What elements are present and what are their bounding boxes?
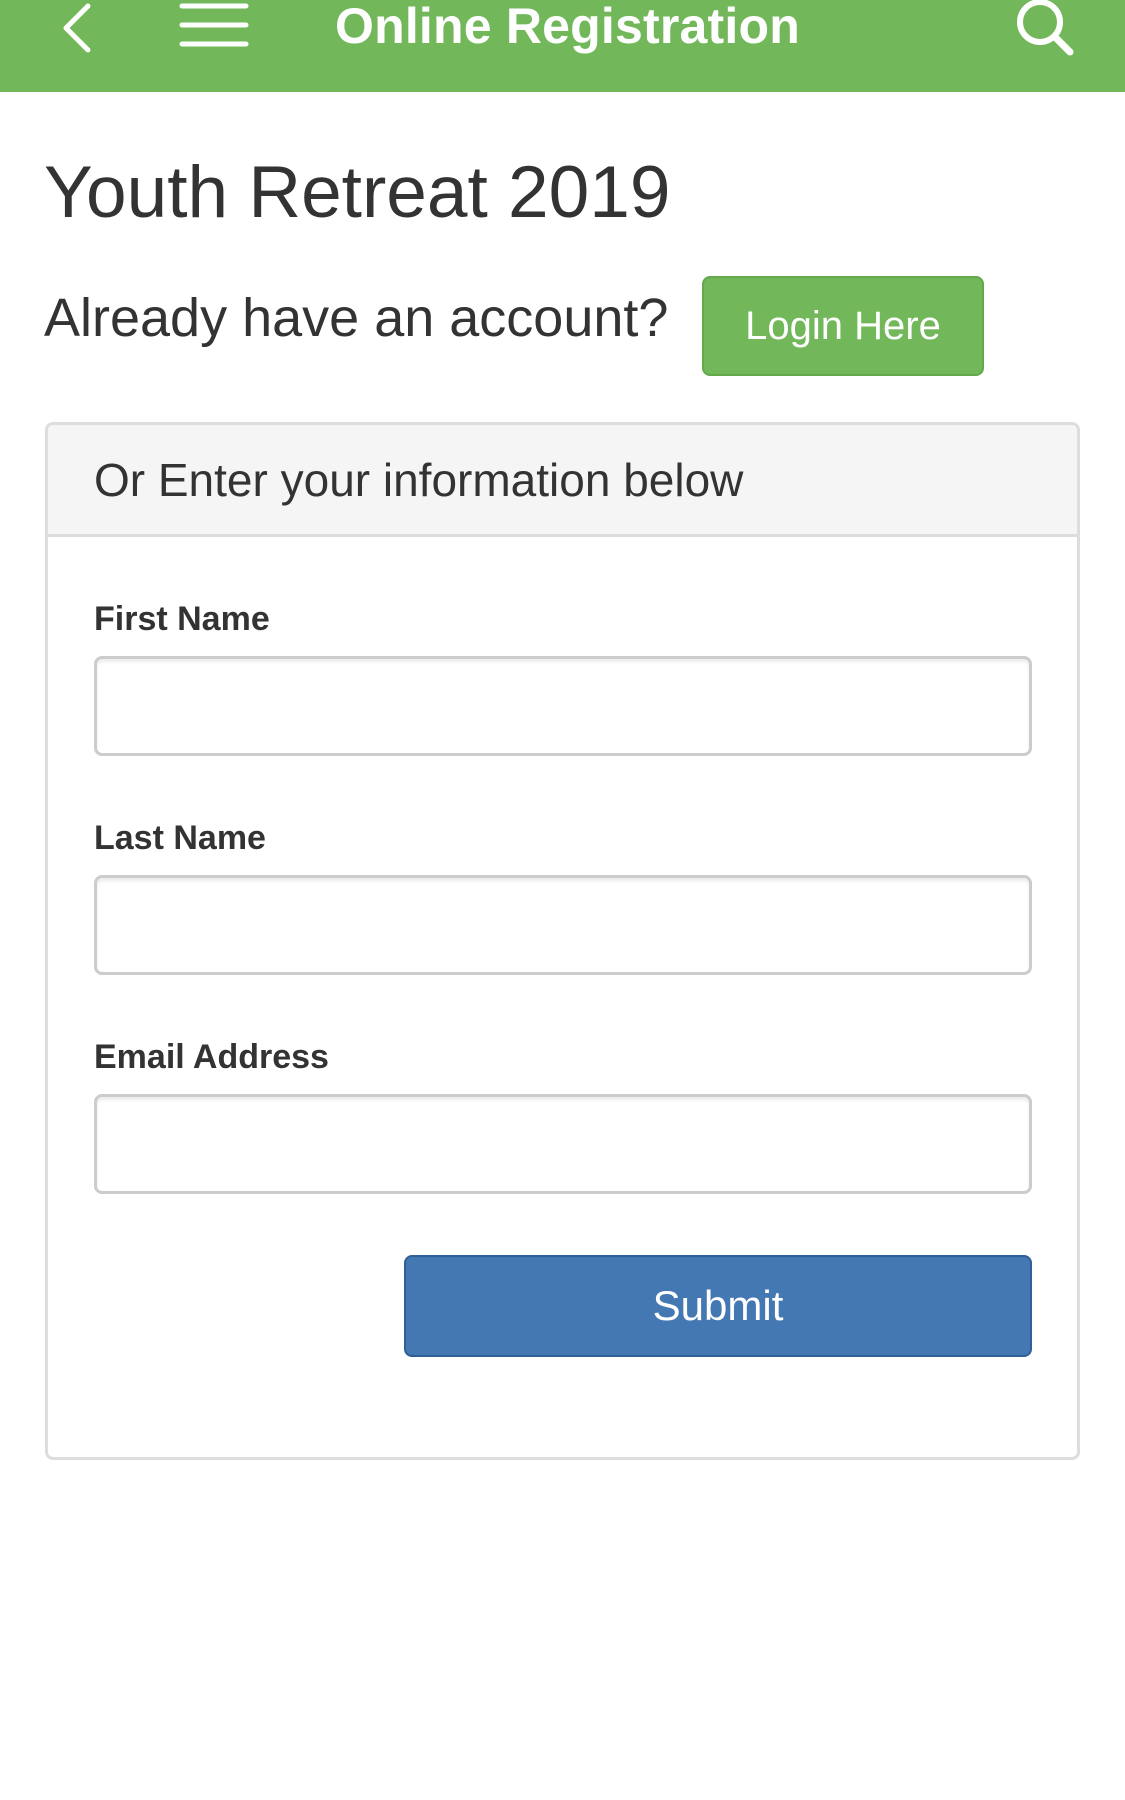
search-icon xyxy=(1017,0,1074,56)
email-address-label: Email Address xyxy=(94,1038,329,1076)
last-name-field[interactable] xyxy=(94,875,1032,975)
submit-button[interactable]: Submit xyxy=(404,1255,1032,1357)
registration-panel: Or Enter your information below First Na… xyxy=(45,422,1080,1460)
top-nav-bar: Online Registration xyxy=(0,0,1125,92)
menu-button[interactable] xyxy=(178,0,250,56)
login-button[interactable]: Login Here xyxy=(702,276,984,376)
hamburger-menu-icon xyxy=(179,3,249,47)
last-name-label: Last Name xyxy=(94,819,266,857)
panel-heading: Or Enter your information below xyxy=(48,425,1077,537)
panel-heading-text: Or Enter your information below xyxy=(94,454,744,506)
app-title: Online Registration xyxy=(335,0,800,54)
first-name-field[interactable] xyxy=(94,656,1032,756)
search-button[interactable] xyxy=(1010,0,1078,62)
back-button[interactable] xyxy=(52,0,108,60)
first-name-label: First Name xyxy=(94,600,270,638)
account-prompt: Already have an account? xyxy=(44,288,669,348)
chevron-left-icon xyxy=(63,3,91,53)
email-address-field[interactable] xyxy=(94,1094,1032,1194)
page-title: Youth Retreat 2019 xyxy=(44,152,671,233)
